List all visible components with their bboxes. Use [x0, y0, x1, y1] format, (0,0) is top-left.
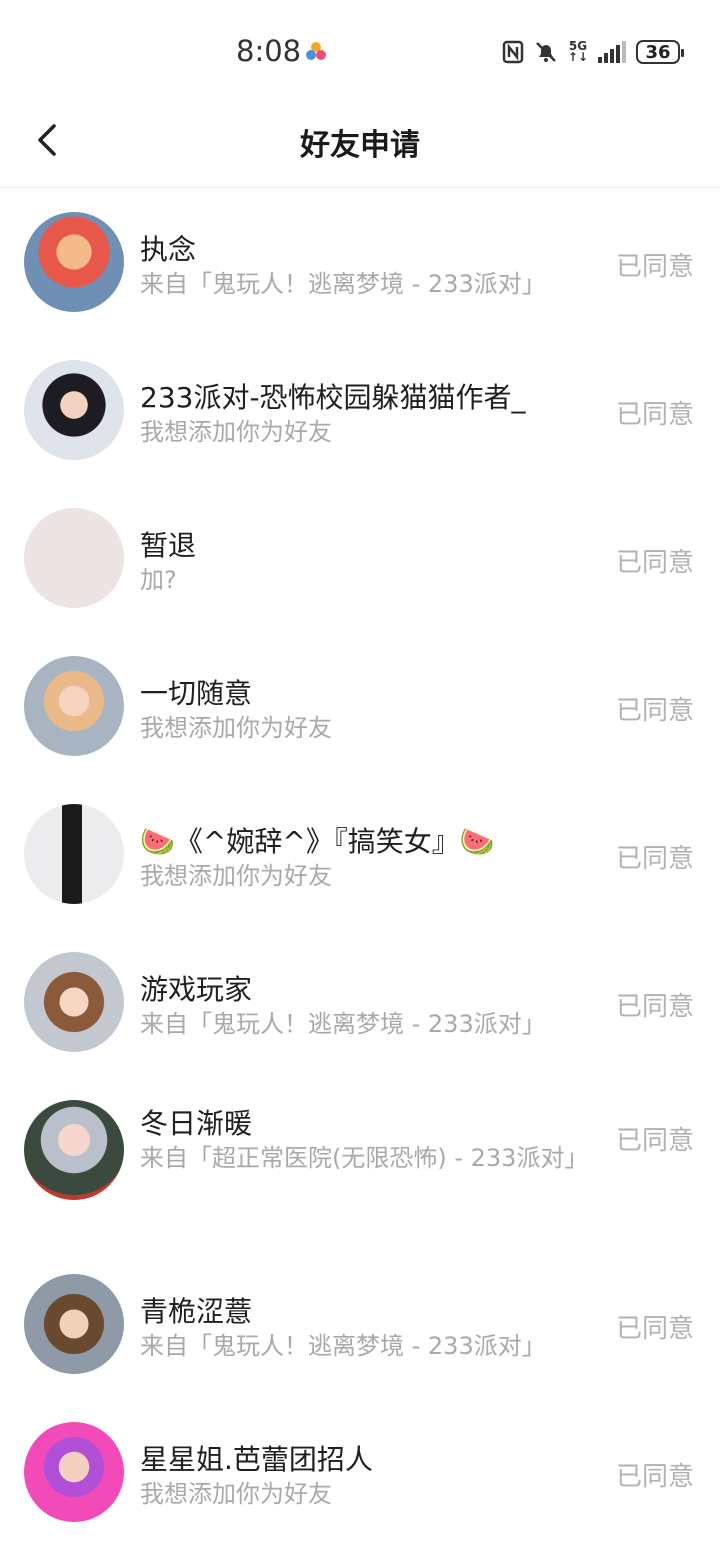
request-message: 来自「鬼玩人！逃离梦境 - 233派对」 — [140, 1332, 546, 1360]
status-label: 已同意 — [615, 1462, 694, 1492]
request-message: 我想添加你为好友 — [140, 862, 332, 890]
requester-name: 🍉《^婉辞^》『搞笑女』🍉 — [140, 825, 495, 858]
avatar[interactable] — [24, 360, 124, 460]
status-label: 已同意 — [615, 1314, 694, 1344]
status-label: 已同意 — [615, 844, 694, 874]
friend-request-item[interactable]: 暂退 加? 已同意 — [0, 484, 720, 632]
avatar[interactable] — [24, 804, 124, 904]
request-message: 我想添加你为好友 — [140, 1480, 332, 1508]
status-label: 已同意 — [615, 992, 694, 1022]
requester-name: 执念 — [140, 233, 197, 266]
requester-name: 一切随意 — [140, 677, 253, 710]
friend-request-item[interactable]: 233派对-恐怖校园躲猫猫作者_ 我想添加你为好友 已同意 — [0, 336, 720, 484]
signal-icon — [598, 41, 626, 63]
avatar[interactable] — [24, 1422, 124, 1522]
requester-name: 冬日渐暖 — [140, 1107, 253, 1140]
network-type: 5G ↑↓ — [567, 39, 588, 64]
avatar[interactable] — [24, 1274, 124, 1374]
request-message: 我想添加你为好友 — [140, 714, 332, 742]
request-message: 来自「超正常医院(无限恐怖) - 233派对」 — [140, 1144, 589, 1172]
requester-name: 游戏玩家 — [140, 973, 253, 1006]
header: 好友申请 — [0, 100, 720, 188]
battery-indicator: 36 — [636, 40, 684, 64]
avatar[interactable] — [24, 508, 124, 608]
friend-request-item[interactable]: 青桅涩薏 来自「鬼玩人！逃离梦境 - 233派对」 已同意 — [0, 1250, 720, 1398]
status-label: 已同意 — [615, 1126, 694, 1156]
nfc-icon — [502, 40, 524, 64]
avatar[interactable] — [24, 656, 124, 756]
request-message: 来自「鬼玩人！逃离梦境 - 233派对」 — [140, 270, 546, 298]
system-icons: 5G ↑↓ 36 — [502, 38, 684, 66]
friend-request-item[interactable]: 游戏玩家 来自「鬼玩人！逃离梦境 - 233派对」 已同意 — [0, 928, 720, 1076]
page-title: 好友申请 — [300, 128, 420, 163]
friend-request-list: 执念 来自「鬼玩人！逃离梦境 - 233派对」 已同意 233派对-恐怖校园躲猫… — [0, 188, 720, 1546]
request-message: 加? — [140, 566, 177, 594]
status-bar: 8:08 5G ↑↓ 36 — [0, 0, 720, 100]
friend-request-item[interactable]: 🍉《^婉辞^》『搞笑女』🍉 我想添加你为好友 已同意 — [0, 780, 720, 928]
avatar[interactable] — [24, 1100, 124, 1200]
friend-request-item[interactable]: 一切随意 我想添加你为好友 已同意 — [0, 632, 720, 780]
friend-request-item[interactable]: 星星姐.芭蕾团招人 我想添加你为好友 已同意 — [0, 1398, 720, 1546]
status-label: 已同意 — [615, 400, 694, 430]
status-label: 已同意 — [615, 696, 694, 726]
requester-name: 星星姐.芭蕾团招人 — [140, 1443, 373, 1476]
app-notification-icon — [306, 42, 326, 60]
clock: 8:08 — [236, 34, 302, 68]
requester-name: 暂退 — [140, 529, 197, 562]
requester-name: 233派对-恐怖校园躲猫猫作者_ — [140, 381, 526, 414]
friend-request-item[interactable]: 冬日渐暖 来自「超正常医院(无限恐怖) - 233派对」 已同意 — [0, 1076, 720, 1250]
avatar[interactable] — [24, 212, 124, 312]
status-label: 已同意 — [615, 252, 694, 282]
friend-request-item[interactable]: 执念 来自「鬼玩人！逃离梦境 - 233派对」 已同意 — [0, 188, 720, 336]
request-message: 来自「鬼玩人！逃离梦境 - 233派对」 — [140, 1010, 546, 1038]
requester-name: 青桅涩薏 — [140, 1295, 253, 1328]
status-label: 已同意 — [615, 548, 694, 578]
mute-bell-icon — [536, 42, 556, 62]
avatar[interactable] — [24, 952, 124, 1052]
request-message: 我想添加你为好友 — [140, 418, 332, 446]
